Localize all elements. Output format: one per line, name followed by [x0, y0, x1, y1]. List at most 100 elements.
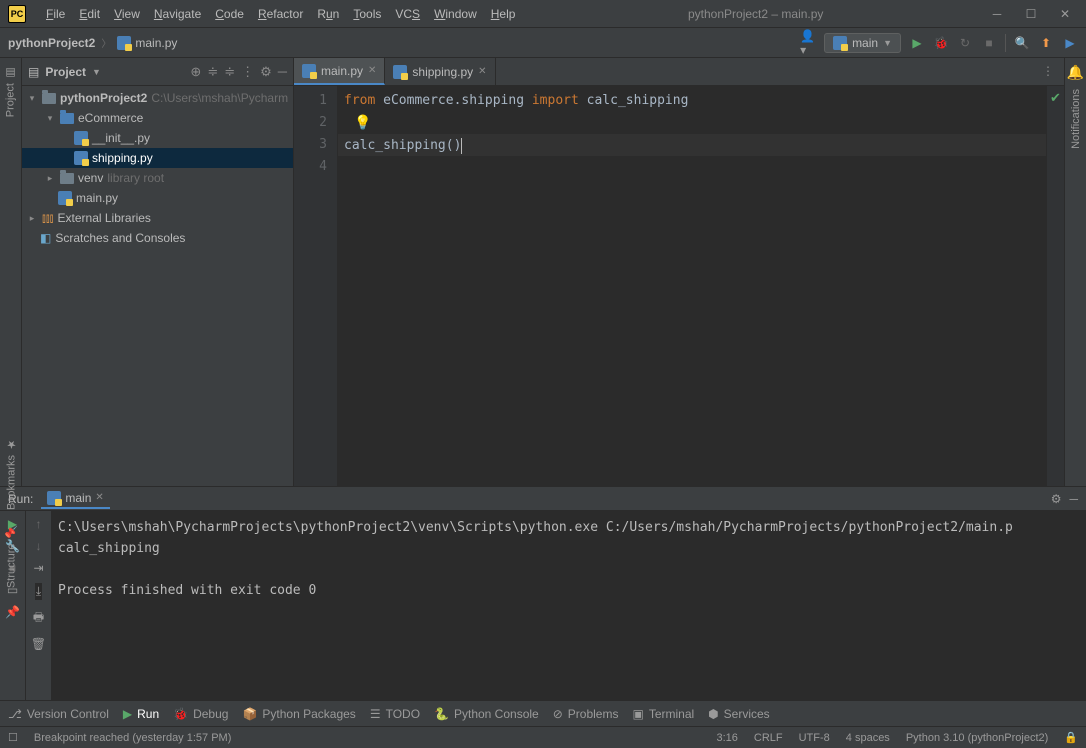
tree-file-shipping[interactable]: shipping.py: [22, 148, 293, 168]
python-file-icon: [74, 131, 88, 145]
line-separator[interactable]: CRLF: [754, 732, 783, 744]
indent-setting[interactable]: 4 spaces: [846, 732, 890, 744]
tab-services[interactable]: ⬢Services: [708, 707, 770, 721]
tab-shipping[interactable]: shipping.py ✕: [385, 58, 495, 85]
settings-icon[interactable]: ⚙: [260, 64, 272, 80]
close-button[interactable]: ✕: [1058, 7, 1072, 21]
menu-window[interactable]: Window: [428, 5, 483, 23]
project-tree[interactable]: ▾ pythonProject2 C:\Users\mshah\Pycharm …: [22, 86, 293, 486]
python-file-icon: [393, 65, 407, 79]
cursor-position[interactable]: 3:16: [716, 732, 737, 744]
menu-run[interactable]: Run: [311, 5, 345, 23]
project-tool-window: ▤ Project ▼ ⊕ ≑ ≑ ⋮ ⚙ ─ ▾ pythonProject2…: [22, 58, 294, 486]
tree-scratches[interactable]: ◧ Scratches and Consoles: [22, 228, 293, 248]
hide-icon[interactable]: ─: [1069, 492, 1078, 506]
minimize-button[interactable]: ─: [990, 7, 1004, 21]
up-button[interactable]: ↑: [36, 517, 42, 531]
dropdown-icon[interactable]: ▼: [92, 67, 101, 77]
menu-navigate[interactable]: Navigate: [148, 5, 207, 23]
tree-folder-venv[interactable]: ▸ venv library root: [22, 168, 293, 188]
menu-code[interactable]: Code: [209, 5, 250, 23]
inspection-ok-icon[interactable]: ✔: [1047, 90, 1064, 106]
run-tab-main[interactable]: main ✕: [41, 489, 109, 509]
tab-version-control[interactable]: ⎇Version Control: [8, 707, 109, 721]
main-area: Project ▤ ▤ Project ▼ ⊕ ≑ ≑ ⋮ ⚙ ─ ▾ pyth…: [0, 58, 1086, 486]
structure-tool-tab[interactable]: Structure 📌: [3, 518, 20, 596]
code-editor[interactable]: from eCommerce.shipping import calc_ship…: [338, 86, 1046, 486]
file-encoding[interactable]: UTF-8: [799, 732, 830, 744]
tabs-menu-icon[interactable]: ⋮: [1032, 58, 1064, 85]
down-button[interactable]: ↓: [36, 539, 42, 553]
update-button[interactable]: ⬆: [1038, 35, 1054, 51]
close-tab-icon[interactable]: ✕: [368, 65, 376, 76]
select-opened-file-icon[interactable]: ⊕: [190, 64, 201, 80]
tree-root[interactable]: ▾ pythonProject2 C:\Users\mshah\Pycharm: [22, 88, 293, 108]
clear-button[interactable]: 🗑: [31, 637, 46, 651]
settings-icon[interactable]: ⚙: [1051, 492, 1062, 506]
status-icon[interactable]: ☐: [8, 731, 18, 744]
run-toolbar-secondary: ↑ ↓ ⇥ ⤓ 🖶 🗑: [26, 511, 52, 700]
debug-button[interactable]: 🐞: [933, 35, 949, 51]
ide-settings-button[interactable]: ▶: [1062, 35, 1078, 51]
tab-terminal[interactable]: ▣Terminal: [632, 707, 694, 721]
tab-python-console[interactable]: 🐍Python Console: [434, 707, 539, 721]
coverage-button[interactable]: ↻: [957, 35, 973, 51]
maximize-button[interactable]: ☐: [1024, 7, 1038, 21]
tab-debug[interactable]: 🐞Debug: [173, 707, 228, 721]
tree-file-main[interactable]: main.py: [22, 188, 293, 208]
menu-vcs[interactable]: VCS: [389, 5, 426, 23]
stop-button[interactable]: ■: [981, 35, 997, 51]
close-tab-icon[interactable]: ✕: [478, 66, 486, 77]
lock-icon[interactable]: 🔒: [1064, 731, 1078, 744]
scroll-to-end-button[interactable]: ⤓: [35, 583, 42, 600]
run-button[interactable]: ▶: [909, 35, 925, 51]
breadcrumb: pythonProject2 〉 main.py: [8, 35, 177, 50]
expand-all-icon[interactable]: ≑: [207, 64, 218, 80]
intention-bulb-icon[interactable]: 💡: [354, 115, 371, 131]
menu-refactor[interactable]: Refactor: [252, 5, 309, 23]
project-panel-header: ▤ Project ▼ ⊕ ≑ ≑ ⋮ ⚙ ─: [22, 58, 293, 86]
tab-main[interactable]: main.py ✕: [294, 58, 385, 85]
project-tool-tab[interactable]: Project ▤: [2, 58, 19, 125]
run-panel-header: Run: main ✕ ⚙ ─: [0, 487, 1086, 511]
tab-todo[interactable]: ☰TODO: [370, 707, 420, 721]
tree-folder-ecommerce[interactable]: ▾ eCommerce: [22, 108, 293, 128]
breadcrumb-project[interactable]: pythonProject2: [8, 36, 95, 50]
search-everywhere-button[interactable]: 🔍: [1014, 35, 1030, 51]
tree-external-libraries[interactable]: ▸⫾⫾⫾ External Libraries: [22, 208, 293, 228]
interpreter-setting[interactable]: Python 3.10 (pythonProject2): [906, 732, 1048, 744]
menu-file[interactable]: File: [40, 5, 71, 23]
pin-button[interactable]: 📌: [5, 605, 20, 619]
close-tab-icon[interactable]: ✕: [95, 492, 103, 503]
print-button[interactable]: 🖶: [33, 608, 44, 629]
menu-help[interactable]: Help: [485, 5, 522, 23]
menu-tools[interactable]: Tools: [347, 5, 387, 23]
editor-tabs: main.py ✕ shipping.py ✕ ⋮: [294, 58, 1064, 86]
tree-file-init[interactable]: __init__.py: [22, 128, 293, 148]
hide-icon[interactable]: ─: [278, 64, 287, 79]
python-file-icon: [47, 491, 61, 505]
status-bar: ☐ Breakpoint reached (yesterday 1:57 PM)…: [0, 726, 1086, 748]
add-user-icon[interactable]: 👤▾: [800, 35, 816, 51]
notifications-tool-tab[interactable]: Notifications: [1068, 81, 1084, 157]
menu-edit[interactable]: Edit: [73, 5, 106, 23]
menu-view[interactable]: View: [108, 5, 146, 23]
play-icon: ▶: [123, 707, 132, 721]
console-output[interactable]: C:\Users\mshah\PycharmProjects\pythonPro…: [52, 511, 1086, 700]
show-options-icon[interactable]: ⋮: [241, 64, 254, 80]
bookmarks-tool-tab[interactable]: Bookmarks ★: [3, 430, 20, 518]
soft-wrap-button[interactable]: ⇥: [33, 561, 43, 575]
line-number-gutter: 1 2 3 4: [294, 86, 338, 486]
breadcrumb-file[interactable]: main.py: [135, 36, 177, 50]
editor-inspection-gutter: ✔: [1046, 86, 1064, 486]
editor-body[interactable]: 1 2 3 4 from eCommerce.shipping import c…: [294, 86, 1064, 486]
dropdown-icon: ▼: [883, 38, 892, 48]
run-configuration-selector[interactable]: main ▼: [824, 33, 901, 53]
notifications-icon[interactable]: 🔔: [1067, 58, 1084, 81]
bottom-tool-tabs: ⎇Version Control ▶Run 🐞Debug 📦Python Pac…: [0, 700, 1086, 726]
tab-problems[interactable]: ⊘Problems: [553, 707, 619, 721]
tab-run[interactable]: ▶Run: [123, 707, 159, 721]
collapse-all-icon[interactable]: ≑: [224, 64, 235, 80]
problems-icon: ⊘: [553, 707, 563, 721]
tab-python-packages[interactable]: 📦Python Packages: [242, 707, 355, 721]
